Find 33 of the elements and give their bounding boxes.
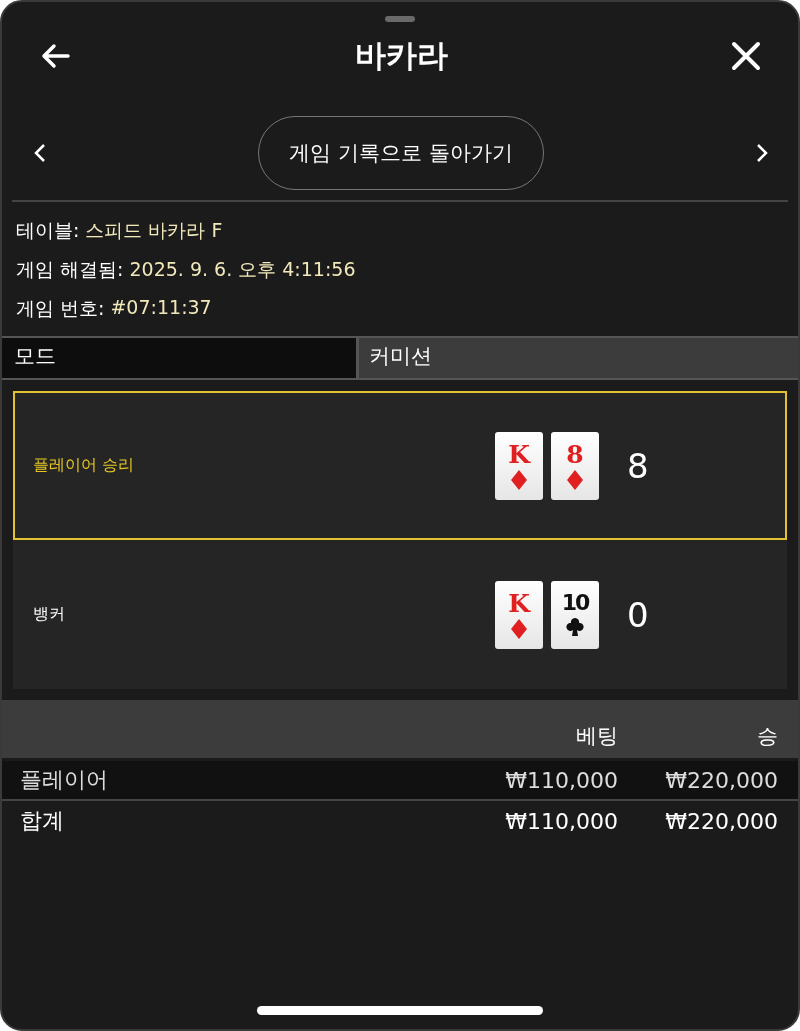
hand-name: 플레이어 승리: [33, 455, 136, 476]
column-header: 승: [756, 723, 779, 750]
table-cell-text: 합계: [19, 807, 65, 835]
info-label: 게임 해결됨:: [16, 257, 124, 282]
info-label: 게임 번호:: [16, 296, 105, 321]
mode-value: 커미션: [359, 338, 798, 378]
table-cell-text: ₩110,000: [504, 808, 619, 834]
table-cell-text: ₩220,000: [664, 767, 779, 793]
table-cell-text: ₩220,000: [664, 808, 779, 834]
info-value: 스피드 바카라 F: [85, 218, 223, 243]
info-value: #07:11:37: [110, 296, 212, 320]
club-icon: [566, 617, 584, 637]
card-rank: K: [508, 441, 530, 467]
info-value: 2025. 9. 6. 오후 4:11:56: [129, 257, 356, 282]
window-title: 바카라: [354, 36, 448, 75]
table-cell-text: 플레이어: [19, 766, 109, 794]
card-rank: 10: [561, 592, 589, 614]
mode-label: 모드: [2, 338, 359, 378]
diamond-icon: [510, 469, 528, 490]
diamond-icon: [510, 618, 528, 639]
hand-score: 0: [627, 594, 649, 635]
chevron-right-icon[interactable]: [756, 143, 768, 163]
card-rank: 8: [566, 441, 584, 467]
diamond-icon: [566, 469, 584, 490]
table-cell-text: ₩110,000: [504, 767, 619, 793]
drag-handle[interactable]: [385, 16, 415, 22]
info-label: 테이블:: [16, 218, 80, 243]
close-icon[interactable]: [730, 40, 762, 72]
card-rank: K: [508, 590, 530, 616]
chevron-left-icon[interactable]: [34, 143, 46, 163]
hand-score: 8: [627, 445, 649, 486]
column-header: 베팅: [575, 723, 619, 750]
hand-name: 뱅커: [33, 604, 66, 625]
